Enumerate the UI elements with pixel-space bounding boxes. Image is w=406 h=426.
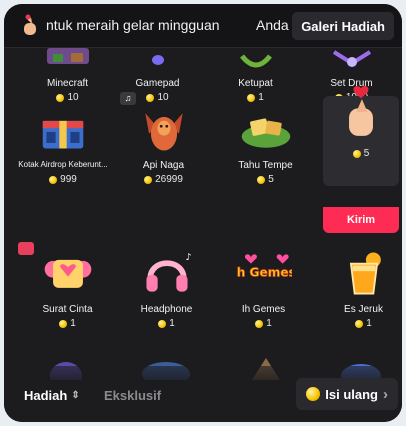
headphone-icon: ♪: [145, 252, 191, 292]
gift-finger-heart-selected[interactable]: 5: [323, 82, 399, 182]
gift-surat-cinta[interactable]: Surat Cinta 1: [18, 242, 117, 342]
finger-heart-gift-icon: [349, 85, 373, 136]
airdrop-box-icon: [42, 120, 84, 149]
gift-price: 1: [314, 318, 402, 329]
gift-price: 1: [214, 318, 313, 329]
gift-name: Kotak Airdrop Keberunt...: [18, 160, 108, 169]
gift-name: Es Jeruk: [344, 304, 383, 315]
tab-exclusive[interactable]: Eksklusif: [104, 388, 161, 403]
coin-icon: [257, 175, 266, 184]
coin-icon: [352, 149, 361, 158]
gift-name: Gamepad: [135, 78, 180, 89]
ih-gemes-icon: Ih Gemes: [236, 254, 292, 280]
coin-icon: [59, 319, 68, 328]
svg-text:♪: ♪: [185, 252, 191, 263]
top-bar: ntuk meraih gelar mingguan Anda dai Gale…: [4, 4, 402, 48]
coin-icon: [158, 319, 167, 328]
gift-price: 26999: [114, 174, 213, 185]
coin-icon: [255, 319, 264, 328]
gift-name: Ketupat: [238, 78, 273, 89]
sort-arrows-icon: ⇕: [71, 390, 80, 401]
gift-name: Headphone: [140, 304, 193, 315]
dragon-icon: [144, 113, 183, 151]
gift-price: 5: [323, 148, 399, 159]
gift-panel: ntuk meraih gelar mingguan Anda dai Gale…: [4, 4, 402, 422]
bottom-bar: Hadiah ⇕ Eksklusif Isi ulang ›: [4, 366, 402, 422]
coin-icon: [355, 319, 364, 328]
coin-icon: [49, 175, 58, 184]
gift-price: 1: [117, 318, 216, 329]
gift-name: Ih Gemes: [241, 304, 286, 315]
love-letter-icon: [44, 259, 91, 288]
gamepad-icon: [151, 55, 164, 65]
chevron-right-icon: ›: [383, 385, 388, 403]
gift-name: Minecraft: [46, 78, 89, 89]
gift-price: 999: [8, 174, 118, 185]
tahu-tempe-icon: [241, 118, 290, 148]
minecraft-icon: [46, 48, 89, 64]
orange-juice-icon: [349, 252, 381, 295]
gift-price: 1: [18, 318, 117, 329]
tab-gifts[interactable]: Hadiah ⇕: [24, 388, 80, 403]
gift-tahu-tempe[interactable]: Tahu Tempe 5: [216, 100, 315, 200]
coin-icon: [306, 387, 321, 401]
coin-icon: [144, 175, 153, 184]
gift-ih-gemes[interactable]: Ih Gemes Ih Gemes 1: [214, 242, 313, 342]
top-up-button[interactable]: Isi ulang ›: [296, 378, 398, 410]
ketupat-icon: [239, 54, 272, 68]
gift-price: 5: [216, 174, 315, 185]
gift-headphone[interactable]: ♪ Headphone 1: [117, 242, 216, 342]
gift-es-jeruk[interactable]: Es Jeruk 1: [314, 242, 402, 342]
gift-effect-badge-icon: [18, 242, 34, 255]
ih-gemes-logo-text: Ih Gemes: [236, 266, 292, 280]
drum-set-icon: [332, 50, 371, 67]
gift-name: Tahu Tempe: [238, 160, 293, 171]
gift-api-naga[interactable]: ♫ Api Naga 26999: [114, 92, 213, 200]
gift-name: Api Naga: [142, 160, 185, 171]
gift-kotak-airdrop[interactable]: Kotak Airdrop Keberunt... 999: [8, 100, 118, 200]
music-badge-icon: ♫: [120, 92, 136, 105]
gift-gallery-button[interactable]: Galeri Hadiah: [292, 12, 394, 40]
ticker-text: ntuk meraih gelar mingguan: [46, 17, 220, 33]
gift-name: Surat Cinta: [42, 304, 93, 315]
finger-heart-icon: [24, 14, 36, 35]
send-button[interactable]: Kirim: [323, 207, 399, 233]
